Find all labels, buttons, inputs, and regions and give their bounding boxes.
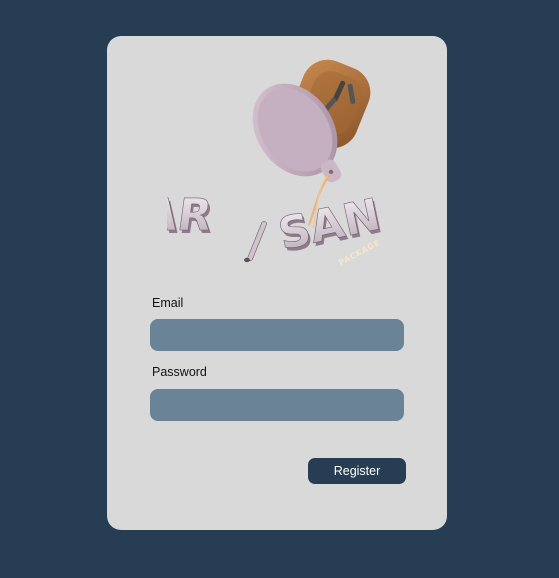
email-label: Email	[152, 296, 184, 310]
password-input[interactable]	[150, 389, 404, 421]
svg-text:AR: AR	[167, 190, 215, 241]
register-button[interactable]: Register	[308, 458, 406, 484]
artisan-logo: AR AR SAN SAN PACKAGE	[167, 59, 387, 268]
login-card: AR AR SAN SAN PACKAGE Email Password Reg…	[107, 36, 447, 530]
artisan-wordmark: AR AR SAN SAN PACKAGE	[167, 189, 387, 268]
email-input[interactable]	[150, 319, 404, 351]
password-label: Password	[152, 365, 207, 379]
